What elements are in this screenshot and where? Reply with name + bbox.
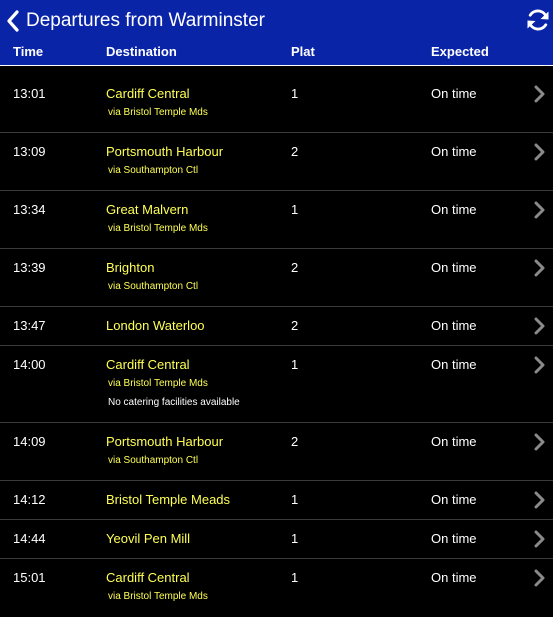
departure-row[interactable]: 13:34 Great Malvern via Bristol Temple M… — [0, 191, 553, 249]
departure-platform: 1 — [291, 570, 299, 585]
departures-list: 13:01 Cardiff Central via Bristol Temple… — [0, 66, 553, 617]
departure-row[interactable]: 13:47 London Waterloo 2 On time — [0, 307, 553, 346]
departure-destination: Portsmouth Harbour — [106, 434, 224, 449]
departure-platform: 1 — [291, 531, 299, 546]
column-header-expected: Expected — [431, 44, 489, 59]
column-header-destination: Destination — [106, 44, 177, 59]
departure-row[interactable]: 14:00 Cardiff Central via Bristol Temple… — [0, 346, 553, 423]
departure-platform: 2 — [291, 260, 299, 275]
departure-row[interactable]: 13:39 Brighton via Southampton Ctl 2 On … — [0, 249, 553, 307]
departure-expected: On time — [431, 202, 477, 217]
departure-time: 13:39 — [13, 260, 46, 275]
departure-via: via Southampton Ctl — [108, 281, 199, 292]
departure-time: 13:34 — [13, 202, 46, 217]
departure-destination: London Waterloo — [106, 318, 205, 333]
departure-row[interactable]: 15:01 Cardiff Central via Bristol Temple… — [0, 559, 553, 617]
departure-expected: On time — [431, 144, 477, 159]
title-bar: Departures from Warminster — [0, 0, 553, 42]
departure-destination: Cardiff Central — [106, 357, 190, 372]
chevron-right-icon — [533, 433, 545, 451]
departure-time: 14:12 — [13, 492, 46, 507]
departure-destination: Portsmouth Harbour — [106, 144, 224, 159]
refresh-button[interactable] — [525, 7, 551, 33]
departure-time: 15:01 — [13, 570, 46, 585]
departure-platform: 1 — [291, 202, 299, 217]
chevron-left-icon — [7, 10, 19, 32]
departure-expected: On time — [431, 318, 477, 333]
departure-expected: On time — [431, 492, 477, 507]
chevron-right-icon — [533, 530, 545, 548]
departure-platform: 1 — [291, 492, 299, 507]
departure-expected: On time — [431, 260, 477, 275]
departure-via: via Southampton Ctl — [108, 455, 199, 466]
chevron-right-icon — [533, 356, 545, 374]
chevron-right-icon — [533, 317, 545, 335]
departure-time: 13:09 — [13, 144, 46, 159]
departure-expected: On time — [431, 357, 477, 372]
chevron-right-icon — [533, 201, 545, 219]
departure-time: 13:47 — [13, 318, 46, 333]
refresh-icon — [527, 9, 549, 31]
departure-via: via Southampton Ctl — [108, 165, 199, 176]
departure-destination: Cardiff Central — [106, 86, 190, 101]
departure-via: via Bristol Temple Mds — [108, 378, 208, 389]
departure-row[interactable]: 14:44 Yeovil Pen Mill 1 On time — [0, 520, 553, 559]
departure-via: via Bristol Temple Mds — [108, 107, 208, 118]
departure-time: 14:44 — [13, 531, 46, 546]
chevron-right-icon — [533, 85, 545, 103]
page-title: Departures from Warminster — [26, 10, 265, 31]
departure-destination: Brighton — [106, 260, 155, 275]
departure-time: 13:01 — [13, 86, 46, 101]
departure-destination: Bristol Temple Meads — [106, 492, 231, 507]
departure-platform: 2 — [291, 144, 299, 159]
departure-expected: On time — [431, 434, 477, 449]
departure-platform: 2 — [291, 318, 299, 333]
departure-expected: On time — [431, 531, 477, 546]
departure-row[interactable]: 13:01 Cardiff Central via Bristol Temple… — [0, 66, 553, 133]
departure-destination: Yeovil Pen Mill — [106, 531, 191, 546]
departure-platform: 1 — [291, 86, 299, 101]
departure-row[interactable]: 14:09 Portsmouth Harbour via Southampton… — [0, 423, 553, 481]
chevron-right-icon — [533, 491, 545, 509]
chevron-right-icon — [533, 143, 545, 161]
departure-platform: 2 — [291, 434, 299, 449]
departure-via: via Bristol Temple Mds — [108, 591, 208, 602]
app-header: Departures from Warminster Time Destinat… — [0, 0, 553, 66]
departure-destination: Great Malvern — [106, 202, 189, 217]
column-header-platform: Plat — [291, 44, 315, 59]
departure-platform: 1 — [291, 357, 299, 372]
departure-note: No catering facilities available — [108, 397, 240, 408]
departure-destination: Cardiff Central — [106, 570, 190, 585]
column-header-time: Time — [13, 44, 44, 59]
chevron-right-icon — [533, 569, 545, 587]
departure-expected: On time — [431, 570, 477, 585]
departure-row[interactable]: 13:09 Portsmouth Harbour via Southampton… — [0, 133, 553, 191]
departure-time: 14:09 — [13, 434, 46, 449]
departure-via: via Bristol Temple Mds — [108, 223, 208, 234]
chevron-right-icon — [533, 259, 545, 277]
back-button[interactable] — [4, 8, 22, 34]
departure-time: 14:00 — [13, 357, 46, 372]
departure-expected: On time — [431, 86, 477, 101]
departure-row[interactable]: 14:12 Bristol Temple Meads 1 On time — [0, 481, 553, 520]
